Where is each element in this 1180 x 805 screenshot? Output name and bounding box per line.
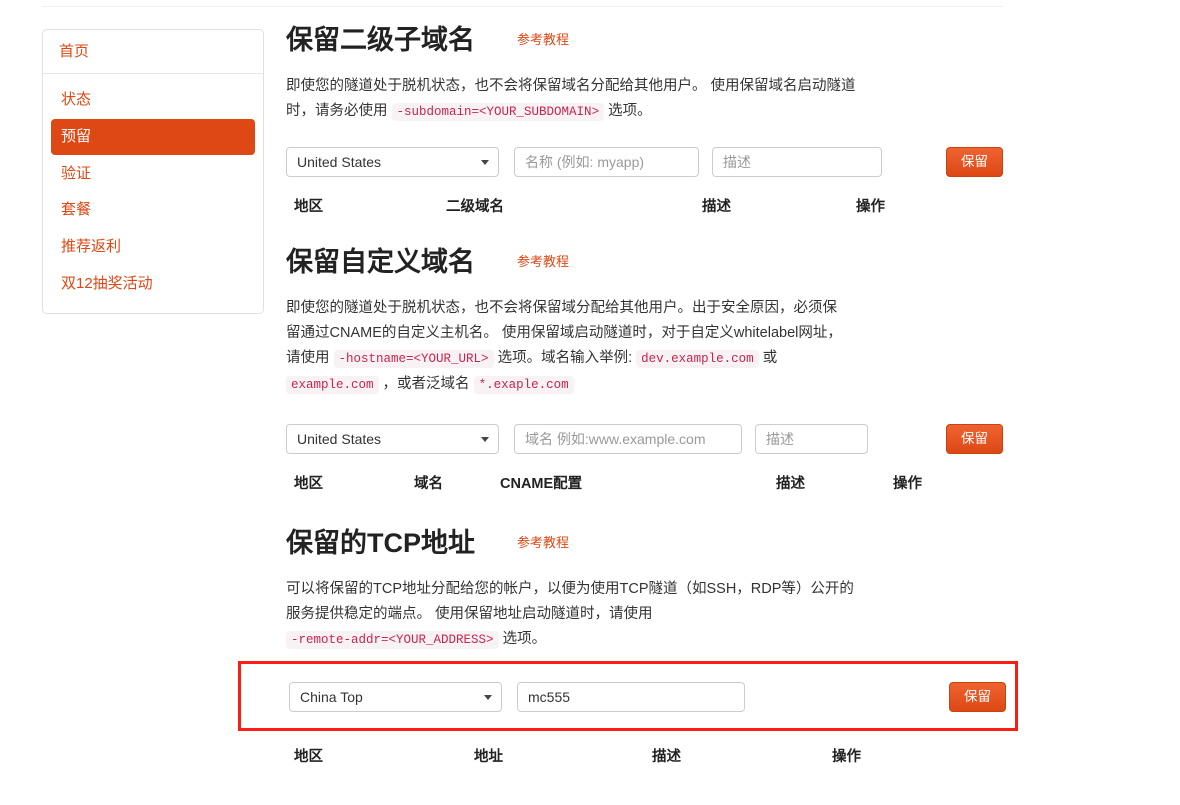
section-reserved-subdomain: 保留二级子域名 参考教程 即使您的隧道处于脱机状态，也不会将保留域名分配给其他用… — [286, 25, 1006, 225]
code-chip-example: example.com — [286, 376, 379, 395]
column-header-region: 地区 — [294, 199, 323, 216]
reserve-subdomain-form: United States 保留 — [286, 146, 1006, 178]
column-header-address: 地址 — [474, 749, 503, 766]
tutorial-link-subdomain[interactable]: 参考教程 — [517, 29, 569, 48]
table-header-custom-domain: 地区 域名 CNAME配置 描述 操作 — [286, 472, 1006, 502]
section-header: 保留的TCP地址 参考教程 — [286, 528, 1006, 559]
custom-domain-input[interactable] — [514, 424, 742, 455]
reserve-custom-domain-button[interactable]: 保留 — [946, 423, 1003, 455]
sidebar-nav: 首页 状态 预留 验证 套餐 推荐返利 双12抽奖活动 — [42, 29, 264, 314]
code-chip-wildcard-example: *.exaple.com — [473, 376, 574, 395]
column-header-region: 地区 — [294, 476, 323, 493]
main-content: 保留二级子域名 参考教程 即使您的隧道处于脱机状态，也不会将保留域名分配给其他用… — [238, 25, 1018, 779]
section-description-subdomain: 即使您的隧道处于脱机状态，也不会将保留域名分配给其他用户。 使用保留域名启动隧道… — [286, 74, 856, 125]
sidebar-header: 首页 — [43, 30, 263, 74]
column-header-region: 地区 — [294, 749, 323, 766]
sidebar-item-referral[interactable]: 推荐返利 — [51, 229, 255, 265]
table-header-tcp-address: 地区 地址 描述 操作 — [286, 745, 1006, 775]
column-header-actions: 操作 — [856, 199, 885, 216]
code-chip-dev-example: dev.example.com — [636, 350, 759, 369]
section-reserved-tcp-address: 保留的TCP地址 参考教程 可以将保留的TCP地址分配给您的帐户，以便为使用TC… — [238, 528, 1018, 775]
section-header: 保留自定义域名 参考教程 — [286, 247, 1006, 278]
desc-text-2: 选项。域名输入举例: — [497, 350, 633, 367]
region-select-wrap-tcp: China Top — [289, 682, 502, 713]
page-title-subdomain: 保留二级子域名 — [286, 25, 475, 55]
section-header: 保留二级子域名 参考教程 — [286, 25, 1006, 56]
reserve-subdomain-button[interactable]: 保留 — [946, 146, 1003, 178]
desc-text-4: ，或者泛域名 — [382, 376, 470, 393]
column-header-actions: 操作 — [893, 476, 922, 493]
code-chip-remote-addr-flag: -remote-addr=<YOUR_ADDRESS> — [286, 631, 499, 650]
reserve-custom-domain-form: United States 保留 — [286, 423, 1006, 455]
code-chip-hostname-flag: -hostname=<YOUR_URL> — [333, 350, 494, 369]
reserve-tcp-address-form: China Top 保留 — [238, 661, 1018, 732]
region-select-wrap-custom-domain: United States — [286, 424, 499, 455]
desc-text-tail: 选项。 — [502, 631, 547, 648]
sidebar-item-home[interactable]: 首页 — [59, 43, 89, 60]
region-select-wrap-subdomain: United States — [286, 147, 499, 178]
sidebar-list: 状态 预留 验证 套餐 推荐返利 双12抽奖活动 — [43, 74, 263, 313]
section-reserved-custom-domain: 保留自定义域名 参考教程 即使您的隧道处于脱机状态，也不会将保留域分配给其他用户… — [286, 247, 1006, 502]
top-divider — [42, 6, 1003, 7]
page-title-custom-domain: 保留自定义域名 — [286, 247, 475, 278]
code-chip-subdomain-flag: -subdomain=<YOUR_SUBDOMAIN> — [391, 103, 605, 122]
region-select-tcp[interactable]: China Top — [289, 682, 502, 713]
sidebar-item-reservations[interactable]: 预留 — [51, 118, 255, 155]
sidebar-item-plans[interactable]: 套餐 — [51, 192, 255, 228]
column-header-description: 描述 — [702, 199, 731, 216]
desc-text: 可以将保留的TCP地址分配给您的帐户，以便为使用TCP隧道（如SSH，RDP等）… — [286, 581, 854, 623]
tutorial-link-custom-domain[interactable]: 参考教程 — [517, 251, 569, 270]
column-header-domain: 域名 — [414, 476, 443, 493]
custom-domain-description-input[interactable] — [755, 424, 868, 455]
column-header-actions: 操作 — [832, 749, 861, 766]
section-description-custom-domain: 即使您的隧道处于脱机状态，也不会将保留域分配给其他用户。出于安全原因，必须保留通… — [286, 296, 851, 398]
column-header-description: 描述 — [776, 476, 805, 493]
tcp-address-input[interactable] — [517, 682, 745, 713]
sidebar-item-lottery[interactable]: 双12抽奖活动 — [51, 266, 255, 302]
region-select-subdomain[interactable]: United States — [286, 147, 499, 178]
page-title-tcp-address: 保留的TCP地址 — [286, 528, 475, 559]
subdomain-name-input[interactable] — [514, 147, 699, 178]
column-header-description: 描述 — [652, 749, 681, 766]
tutorial-link-tcp-address[interactable]: 参考教程 — [517, 532, 569, 551]
reserve-tcp-address-button[interactable]: 保留 — [949, 681, 1006, 713]
subdomain-description-input[interactable] — [712, 147, 882, 178]
desc-text-tail: 选项。 — [608, 103, 652, 120]
column-header-cname: CNAME配置 — [500, 476, 583, 493]
sidebar-item-verify[interactable]: 验证 — [51, 156, 255, 192]
reservations-page: 首页 状态 预留 验证 套餐 推荐返利 双12抽奖活动 保留二级子域名 参考教程… — [0, 0, 1180, 805]
region-select-custom-domain[interactable]: United States — [286, 424, 499, 455]
column-header-subdomain: 二级域名 — [446, 199, 504, 216]
section-description-tcp-address: 可以将保留的TCP地址分配给您的帐户，以便为使用TCP隧道（如SSH，RDP等）… — [286, 577, 866, 653]
table-header-subdomain: 地区 二级域名 描述 操作 — [286, 195, 1006, 225]
desc-text-3: 或 — [762, 350, 778, 367]
sidebar-item-status[interactable]: 状态 — [51, 82, 255, 118]
